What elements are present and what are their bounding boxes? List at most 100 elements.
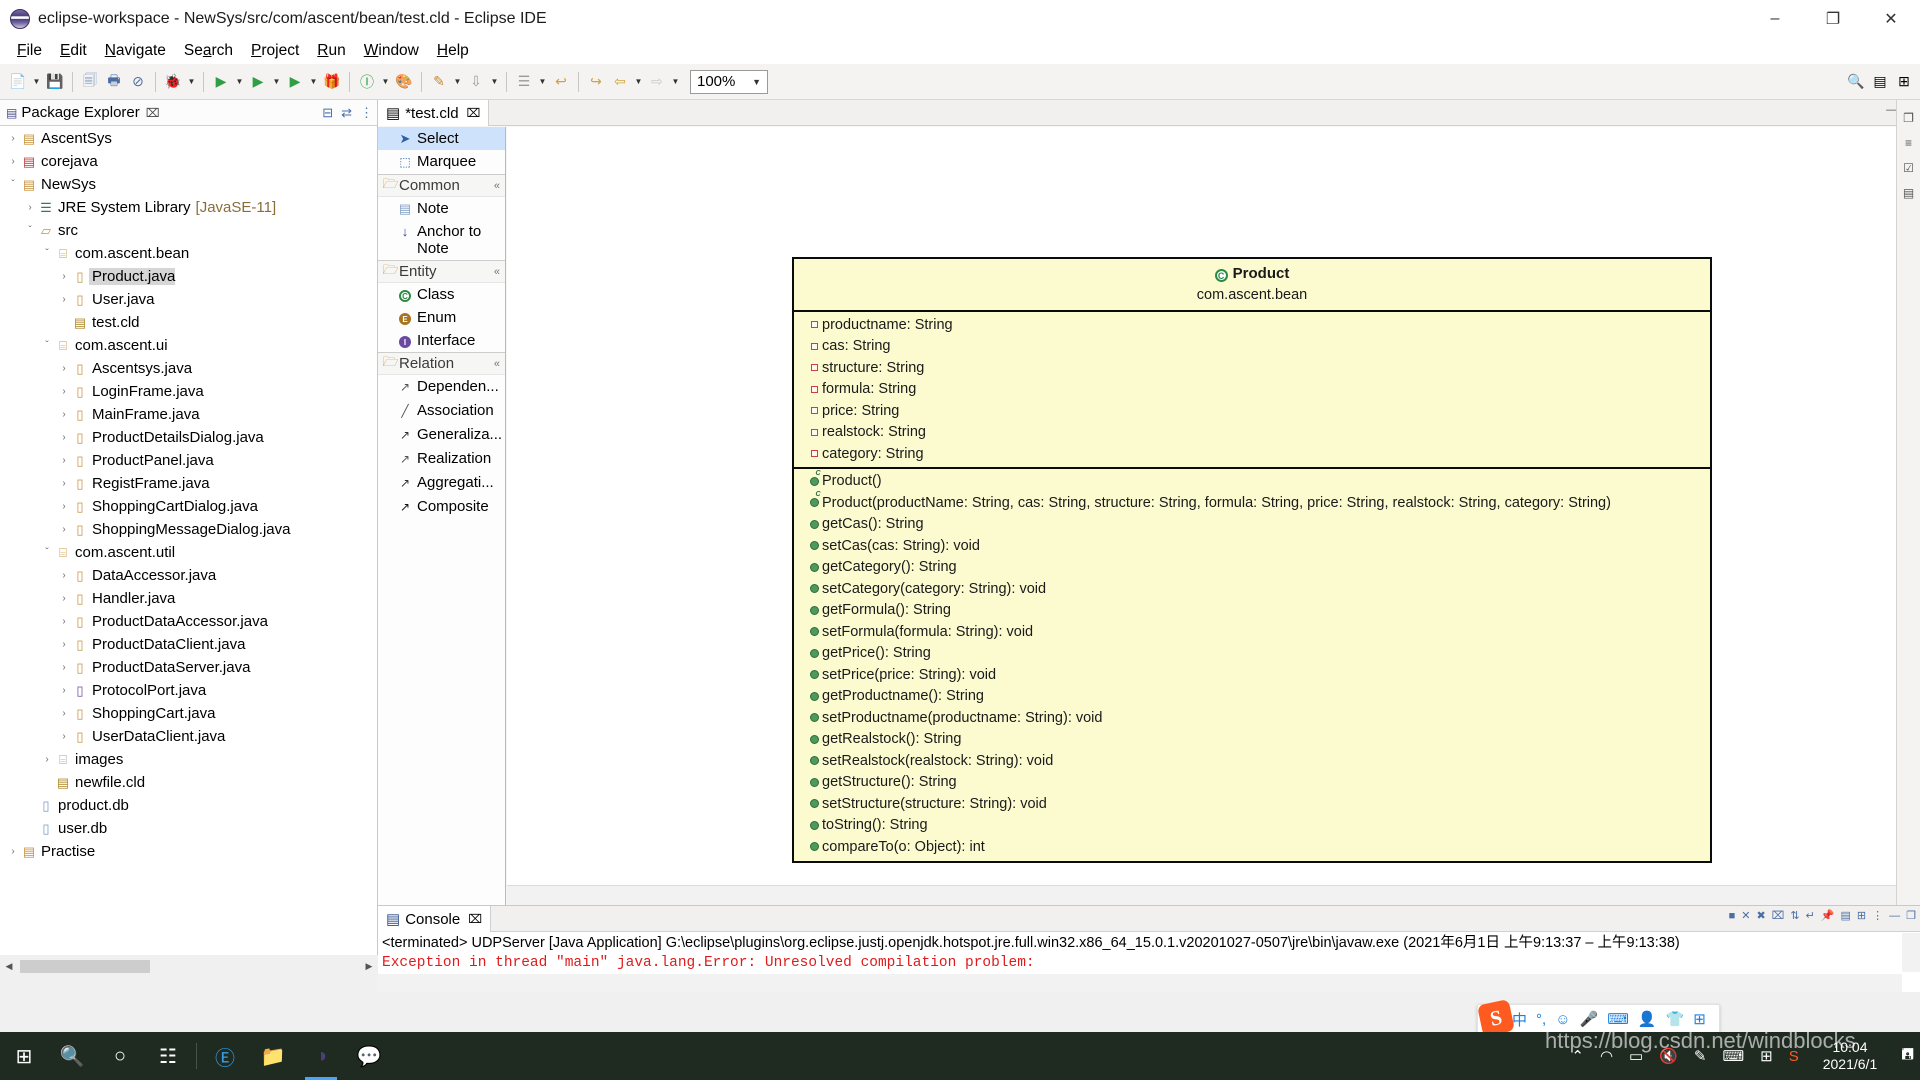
taskbar-edge-icon[interactable]: Ⓔ [201,1032,249,1080]
uml-field-row[interactable]: productname: String [794,314,1710,336]
download-dropdown-arrow[interactable]: ▼ [488,69,501,95]
palette-item-realization[interactable]: ↗ Realization [378,447,505,471]
taskbar-search-icon[interactable]: 🔍 [48,1032,96,1080]
tree-twisty-icon[interactable]: › [57,386,71,397]
tree-twisty-icon[interactable]: › [57,662,71,673]
scroll-thumb[interactable] [20,960,150,973]
forward-icon[interactable]: ↪ [584,69,608,95]
open-type-dropdown-arrow[interactable]: ▼ [379,69,392,95]
uml-field-row[interactable]: structure: String [794,357,1710,379]
tray-sogou-tray-icon[interactable]: S [1789,1048,1799,1065]
tree-item-shoppingmessagedialog-java[interactable]: › ▯ ShoppingMessageDialog.java [0,518,377,541]
tree-twisty-icon[interactable]: › [57,616,71,627]
uml-field-row[interactable]: cas: String [794,336,1710,358]
run-coverage-dropdown-arrow[interactable]: ▼ [270,69,283,95]
uml-method-row[interactable]: getCategory(): String [794,557,1710,579]
tray-volume-muted-icon[interactable]: 🔇 [1659,1047,1678,1065]
debug-icon[interactable]: 🐞 [161,69,185,95]
tree-twisty-icon[interactable]: › [57,501,71,512]
tree-item-dataaccessor-java[interactable]: › ▯ DataAccessor.java [0,564,377,587]
tree-twisty-icon[interactable]: ˇ [23,225,37,236]
scroll-lock-icon[interactable]: ⇅ [1790,909,1799,922]
palette-item-aggregati[interactable]: ↗ Aggregati... [378,471,505,495]
diagram-canvas[interactable]: C Product com.ascent.bean productname: St… [507,127,1898,885]
tree-item-newsys[interactable]: ˇ ▤ NewSys [0,173,377,196]
menu-item-search[interactable]: Search [175,40,242,62]
menu-item-help[interactable]: Help [428,40,478,62]
tree-item-com-ascent-ui[interactable]: ˇ ⌸ com.ascent.ui [0,334,377,357]
package-explorer-hscrollbar[interactable]: ◀ ▶ [0,955,378,978]
menu-item-run[interactable]: Run [308,40,354,62]
tree-twisty-icon[interactable]: › [57,570,71,581]
uml-method-row[interactable]: setPrice(price: String): void [794,664,1710,686]
tree-item-com-ascent-bean[interactable]: ˇ ⌸ com.ascent.bean [0,242,377,265]
menu-item-project[interactable]: Project [242,40,308,62]
taskbar-clock[interactable]: 10:04 2021/6/1 [1823,1039,1878,1073]
tree-twisty-icon[interactable]: › [57,294,71,305]
taskbar-task-view-icon[interactable]: ☷ [144,1032,192,1080]
tree-twisty-icon[interactable]: ˇ [40,547,54,558]
chinese-mode-icon[interactable]: 中 [1512,1009,1527,1030]
taskbar-start-button[interactable]: ⊞ [0,1032,48,1080]
uml-method-row[interactable]: setStructure(structure: String): void [794,793,1710,815]
tree-item-productdetailsdialog-java[interactable]: › ▯ ProductDetailsDialog.java [0,426,377,449]
console-hscrollbar[interactable] [378,974,1902,992]
console-vscrollbar[interactable] [1902,933,1920,972]
palette-item-marquee[interactable]: ⬚ Marquee [378,150,505,174]
tree-twisty-icon[interactable]: ˇ [40,340,54,351]
link-with-editor-icon[interactable]: ⇄ [341,105,352,121]
maximize-icon[interactable]: ❐ [1906,909,1916,922]
tree-item-practise[interactable]: › ▤ Practise [0,840,377,863]
run-dropdown-arrow[interactable]: ▼ [233,69,246,95]
tree-twisty-icon[interactable]: › [57,685,71,696]
tree-twisty-icon[interactable]: › [57,524,71,535]
tray-ime-mode-icon[interactable]: ⊞ [1760,1047,1773,1065]
uml-method-row[interactable]: getPrice(): String [794,643,1710,665]
uml-method-row[interactable]: getRealstock(): String [794,729,1710,751]
package-explorer-tab[interactable]: ▤ Package Explorer ⌧ ⊟ ⇄ ⋮ [0,100,377,126]
uml-method-row[interactable]: getProductname(): String [794,686,1710,708]
punctuation-icon[interactable]: °, [1536,1011,1546,1028]
tree-twisty-icon[interactable]: › [6,846,20,857]
tray-touch-keyboard-icon[interactable]: ⌨ [1722,1047,1744,1065]
toolbox-icon[interactable]: ⊞ [1693,1010,1706,1028]
tree-item-mainframe-java[interactable]: › ▯ MainFrame.java [0,403,377,426]
menu-item-navigate[interactable]: Navigate [96,40,175,62]
tree-item-com-ascent-util[interactable]: ˇ ⌸ com.ascent.util [0,541,377,564]
action-center-icon[interactable]: 🖪 [1901,1044,1914,1069]
view-menu-icon[interactable]: ⋮ [360,105,373,121]
tree-item-test-cld[interactable]: ▤ test.cld [0,311,377,334]
prev-edit-icon[interactable]: ⇦ [608,69,632,95]
outline-nav-icon[interactable]: ☰ [512,69,536,95]
uml-method-row[interactable]: getStructure(): String [794,772,1710,794]
open-console-icon[interactable]: ⊞ [1857,909,1866,922]
uml-method-row[interactable]: getCas(): String [794,514,1710,536]
tree-twisty-icon[interactable]: › [57,455,71,466]
restore-icon[interactable]: ❐ [1898,107,1920,129]
save-icon[interactable]: 💾 [43,69,67,95]
quick-fix-dropdown-arrow[interactable]: ▼ [451,69,464,95]
tree-item-registframe-java[interactable]: › ▯ RegistFrame.java [0,472,377,495]
menu-item-edit[interactable]: Edit [51,40,96,62]
tree-twisty-icon[interactable]: › [57,731,71,742]
task-list-icon[interactable]: ☑ [1898,157,1920,179]
tree-item-handler-java[interactable]: › ▯ Handler.java [0,587,377,610]
display-selected-console-icon[interactable]: ▤ [1841,909,1851,922]
uml-method-row[interactable]: setFormula(formula: String): void [794,621,1710,643]
tree-twisty-icon[interactable]: › [6,156,20,167]
tree-item-images[interactable]: › ⌸ images [0,748,377,771]
open-perspective-icon[interactable]: 🎨 [392,69,416,95]
view-menu-icon[interactable]: ⋮ [1872,909,1883,922]
tree-twisty-icon[interactable]: › [40,754,54,765]
menu-item-window[interactable]: Window [355,40,428,62]
properties-icon[interactable]: ▤ [1898,182,1920,204]
uml-method-row[interactable]: toString(): String [794,815,1710,837]
tree-twisty-icon[interactable]: › [57,363,71,374]
collapse-group-icon[interactable]: « [494,358,500,370]
profile-dropdown-arrow[interactable]: ▼ [307,69,320,95]
collapse-all-icon[interactable]: ⊟ [322,105,333,121]
taskbar-cortana-icon[interactable]: ○ [96,1032,144,1080]
tree-twisty-icon[interactable]: › [57,478,71,489]
new-java-project-icon[interactable]: 🎁 [320,69,344,95]
palette-group-relation[interactable]: 🗁 Relation « [378,352,505,375]
